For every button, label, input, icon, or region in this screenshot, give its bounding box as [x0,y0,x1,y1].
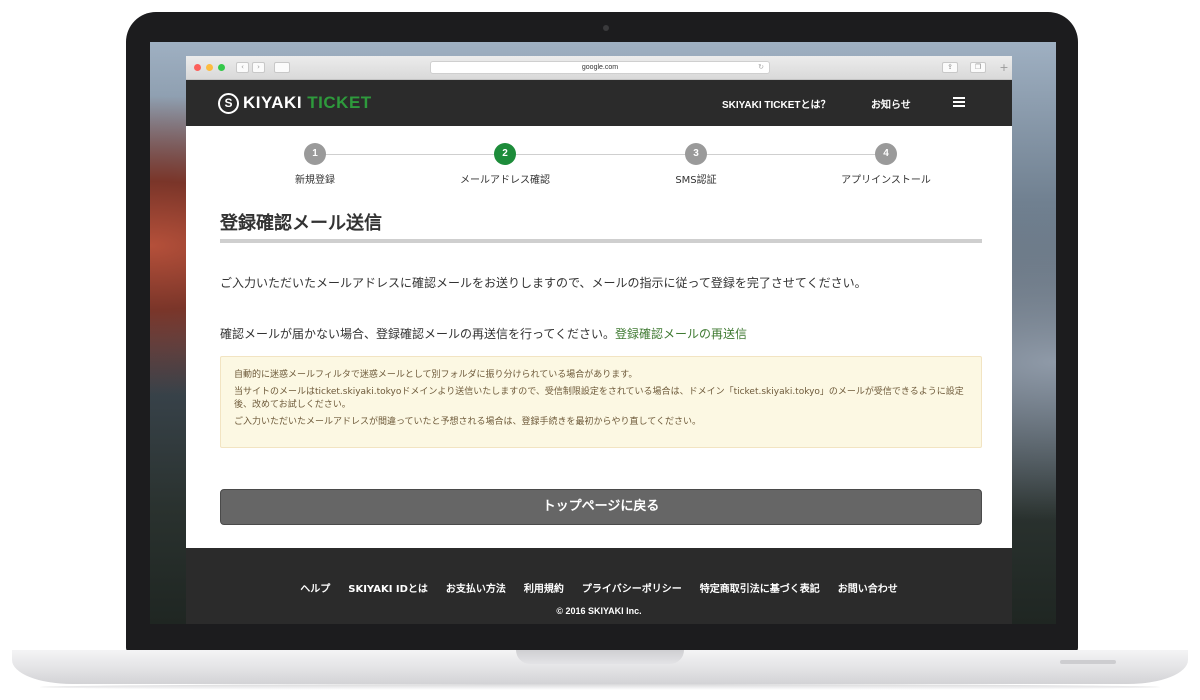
footer-links: ヘルプ SKIYAKI IDとは お支払い方法 利用規約 プライバシーポリシー … [186,580,1012,595]
resend-email-link[interactable]: 登録確認メールの再送信 [615,327,747,341]
step-number: 4 [875,143,897,165]
laptop-shadow [40,684,1160,690]
reload-icon[interactable]: ↻ [758,62,764,73]
maximize-window-icon[interactable] [218,64,225,71]
share-icon[interactable]: ⇪ [942,62,958,73]
notice-line: 当サイトのメールはticket.skiyaki.tokyoドメインより送信いたし… [234,387,964,410]
step-label: メールアドレス確認 [460,175,550,186]
nav-about-link[interactable]: SKIYAKI TICKETとは？ [722,96,831,111]
hamburger-menu-icon[interactable] [953,97,965,107]
laptop-foot [1060,660,1116,664]
step-label: SMS認証 [675,175,717,186]
progress-steps: 1 新規登録 2 メールアドレス確認 3 SMS認証 4 アプリインストール [186,126,1012,196]
step-label: 新規登録 [295,175,335,186]
step-number: 3 [685,143,707,165]
footer-link-commerce-law[interactable]: 特定商取引法に基づく表記 [700,580,820,595]
tabs-icon[interactable]: ❐ [970,62,986,73]
camera-icon [603,25,609,31]
footer-link-help[interactable]: ヘルプ [300,580,330,595]
footer-link-skiyaki-id[interactable]: SKIYAKI IDとは [348,580,428,595]
resend-paragraph: 確認メールが届かない場合、登録確認メールの再送信を行ってください。登録確認メール… [220,325,747,342]
step-label: アプリインストール [841,175,931,186]
footer-link-payment[interactable]: お支払い方法 [446,580,506,595]
step-1: 1 新規登録 [235,143,395,186]
step-number: 1 [304,143,326,165]
steps-connector [316,154,886,155]
footer-link-privacy[interactable]: プライバシーポリシー [582,580,682,595]
title-divider [220,239,982,243]
close-window-icon[interactable] [194,64,201,71]
step-2: 2 メールアドレス確認 [425,143,585,186]
address-bar[interactable]: google.com ↻ [430,61,770,74]
desktop-wallpaper: ‹ › google.com ↻ ⇪ ❐ + S KIYAKI TICKET S… [150,42,1056,624]
site-footer: ヘルプ SKIYAKI IDとは お支払い方法 利用規約 プライバシーポリシー … [186,548,1012,624]
url-text: google.com [581,64,619,71]
logo-mark-icon: S [218,92,239,114]
forward-arrow-icon[interactable]: › [252,62,265,73]
instruction-text: ご入力いただいたメールアドレスに確認メールをお送りしますので、メールの指示に従っ… [220,276,867,290]
laptop-notch [516,650,684,664]
step-4: 4 アプリインストール [806,143,966,186]
notice-box: 自動的に迷惑メールフィルタで迷惑メールとして別フォルダに振り分けられている場合が… [220,356,982,448]
new-tab-icon[interactable]: + [998,60,1010,76]
footer-link-terms[interactable]: 利用規約 [524,580,564,595]
notice-line: 自動的に迷惑メールフィルタで迷惑メールとして別フォルダに振り分けられている場合が… [234,370,638,380]
browser-window: ‹ › google.com ↻ ⇪ ❐ + S KIYAKI TICKET S… [186,56,1012,624]
site-header: S KIYAKI TICKET SKIYAKI TICKETとは？ お知らせ [186,80,1012,126]
browser-toolbar: ‹ › google.com ↻ ⇪ ❐ + [186,56,1012,80]
site-logo[interactable]: S KIYAKI TICKET [218,91,372,115]
minimize-window-icon[interactable] [206,64,213,71]
page-title: 登録確認メール送信 [220,213,382,234]
back-arrow-icon[interactable]: ‹ [236,62,249,73]
copyright-text: © 2016 SKIYAKI Inc. [556,606,642,616]
footer-link-contact[interactable]: お問い合わせ [838,580,898,595]
logo-wordmark: KIYAKI TICKET [243,93,372,112]
sidebar-icon[interactable] [274,62,290,73]
nav-news-link[interactable]: お知らせ [871,96,911,111]
step-number: 2 [494,143,516,165]
back-to-top-button[interactable]: トップページに戻る [220,489,982,525]
step-3: 3 SMS認証 [616,143,776,186]
resend-text: 確認メールが届かない場合、登録確認メールの再送信を行ってください。 [220,327,616,341]
notice-line: ご入力いただいたメールアドレスが間違っていたと予想される場合は、登録手続きを最初… [234,417,702,427]
